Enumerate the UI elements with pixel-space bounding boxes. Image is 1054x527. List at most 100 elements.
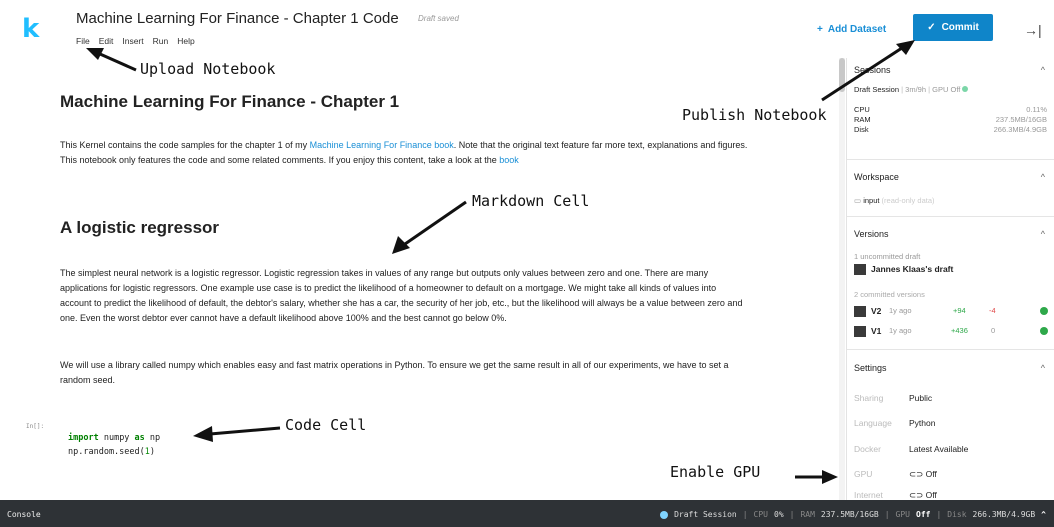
collapse-sidebar-icon[interactable]: →| [1024,22,1042,38]
setting-docker[interactable]: Latest Available [909,444,968,454]
notebook-area: Machine Learning For Finance - Chapter 1… [0,58,846,500]
toggle-icon: ⊂⊃ [909,490,924,500]
session-gpu: GPU Off [932,85,961,94]
saved-status: Draft saved [418,14,459,23]
gpu-status-dot [962,86,969,92]
menu-edit[interactable]: Edit [99,36,114,46]
workspace-section: Workspace ^ ▭ input (read-only data) [847,159,1054,215]
notebook-scrollbar[interactable] [839,58,845,500]
notebook-title[interactable]: Machine Learning For Finance - Chapter 1… [76,10,399,27]
commit-button[interactable]: ✓ Commit [913,14,993,41]
separator: | [884,510,890,519]
disk-value: 266.3MB/4.9GB [993,125,1047,134]
annotation-upload: Upload Notebook [140,60,276,78]
separator: | [789,510,795,519]
right-sidebar: Sessions ^ Draft Session | 3m/9h | GPU O… [846,58,1054,500]
session-status-icon [660,510,669,519]
annotation-code: Code Cell [285,416,367,434]
check-circle-icon [1040,307,1048,315]
top-bar: k Machine Learning For Finance - Chapter… [0,0,1054,58]
logistic-paragraph: The simplest neural network is a logisti… [60,268,743,323]
status-bar: Console Draft Session | CPU 0% | RAM 237… [0,500,1054,527]
input-folder[interactable]: ▭ input (read-only data) [854,196,935,205]
check-circle-icon [1040,327,1048,335]
gpu-value: Off [925,469,937,479]
console-toggle[interactable]: Console [7,510,41,519]
markdown-heading-1: Machine Learning For Finance - Chapter 1 [60,92,400,111]
setting-sharing[interactable]: Public [909,393,932,403]
status-gpu-value: Off [916,510,931,519]
version-age: 1y ago [889,306,912,315]
menu-help[interactable]: Help [177,36,194,46]
book-link-2[interactable]: book [499,155,519,165]
version-thumb [854,326,866,337]
markdown-heading-2: A logistic regressor [60,218,220,237]
gpu-toggle[interactable]: ⊂⊃ Off [909,469,937,480]
kaggle-logo[interactable]: k [22,14,39,44]
status-session: Draft Session [674,510,737,519]
cpu-label: CPU [854,105,870,114]
intro-text-start: This Kernel contains the code samples fo… [60,140,310,150]
commit-label: Commit [941,22,979,33]
chevron-up-icon[interactable]: ^ [1041,229,1045,239]
session-time: 3m/9h [905,85,927,94]
code-module: numpy [98,433,135,443]
setting-language[interactable]: Python [909,418,935,428]
add-dataset-label: Add Dataset [827,24,887,35]
book-link[interactable]: Machine Learning For Finance book [310,140,454,150]
status-cpu-value: 0% [774,510,784,519]
version-name[interactable]: V2 [871,306,881,316]
input-note: (read-only data) [881,196,935,205]
cell-prompt: In[]: [26,423,45,430]
setting-key: Docker [854,444,881,454]
disk-label: Disk [854,125,869,134]
code-line-2: np.random.seed(1) [68,445,160,459]
status-ram-label: RAM [800,510,815,519]
code-cell[interactable]: import numpy as np np.random.seed(1) [68,431,160,459]
chevron-up-icon[interactable]: ^ [1041,510,1046,519]
setting-key: Internet [854,490,883,500]
status-disk-label: Disk [947,510,967,519]
version-name[interactable]: V1 [871,326,881,336]
draft-name[interactable]: Jannes Klaas's draft [871,264,953,274]
intro-paragraph: This Kernel contains the code samples fo… [60,138,760,168]
status-gpu-label: GPU [895,510,910,519]
status-cpu-label: CPU [753,510,768,519]
committed-label: 2 committed versions [854,290,925,299]
session-name: Draft Session [854,85,900,94]
separator: | [936,510,942,519]
versions-section: Versions ^ 1 uncommitted draft Jannes Kl… [847,216,1054,348]
menu-run[interactable]: Run [153,36,169,46]
menu-insert[interactable]: Insert [122,36,143,46]
cpu-value: 0.11% [1026,105,1047,114]
version-removed: -4 [989,306,996,315]
settings-title[interactable]: Settings [854,363,887,373]
separator: | [742,510,748,519]
version-added: +436 [951,326,968,335]
annotation-gpu: Enable GPU [670,463,761,481]
ram-label: RAM [854,115,871,124]
settings-section: Settings ^ Sharing Public Language Pytho… [847,349,1054,500]
setting-key: GPU [854,469,873,479]
code-line-1: import numpy as np [68,431,160,445]
chevron-up-icon[interactable]: ^ [1041,363,1045,373]
notebook-scroll-thumb[interactable] [839,58,845,92]
sessions-section: Sessions ^ Draft Session | 3m/9h | GPU O… [847,58,1054,158]
workspace-title[interactable]: Workspace [854,172,899,182]
avatar [854,264,866,275]
chevron-up-icon[interactable]: ^ [1041,65,1045,75]
add-dataset-button[interactable]: + Add Dataset [817,24,886,35]
session-line: Draft Session | 3m/9h | GPU Off [854,85,969,94]
setting-key: Language [854,418,892,428]
plus-icon: + [817,24,823,35]
version-added: +94 [953,306,966,315]
versions-title[interactable]: Versions [854,229,889,239]
menu-file[interactable]: File [76,36,90,46]
ram-value: 237.5MB/16GB [995,115,1047,124]
folder-icon: ▭ [854,196,862,205]
sessions-title[interactable]: Sessions [854,65,891,75]
status-disk-value: 266.3MB/4.9GB [972,510,1036,519]
chevron-up-icon[interactable]: ^ [1041,172,1045,182]
uncommitted-label: 1 uncommitted draft [854,252,921,261]
code-keyword-import: import [68,433,99,443]
